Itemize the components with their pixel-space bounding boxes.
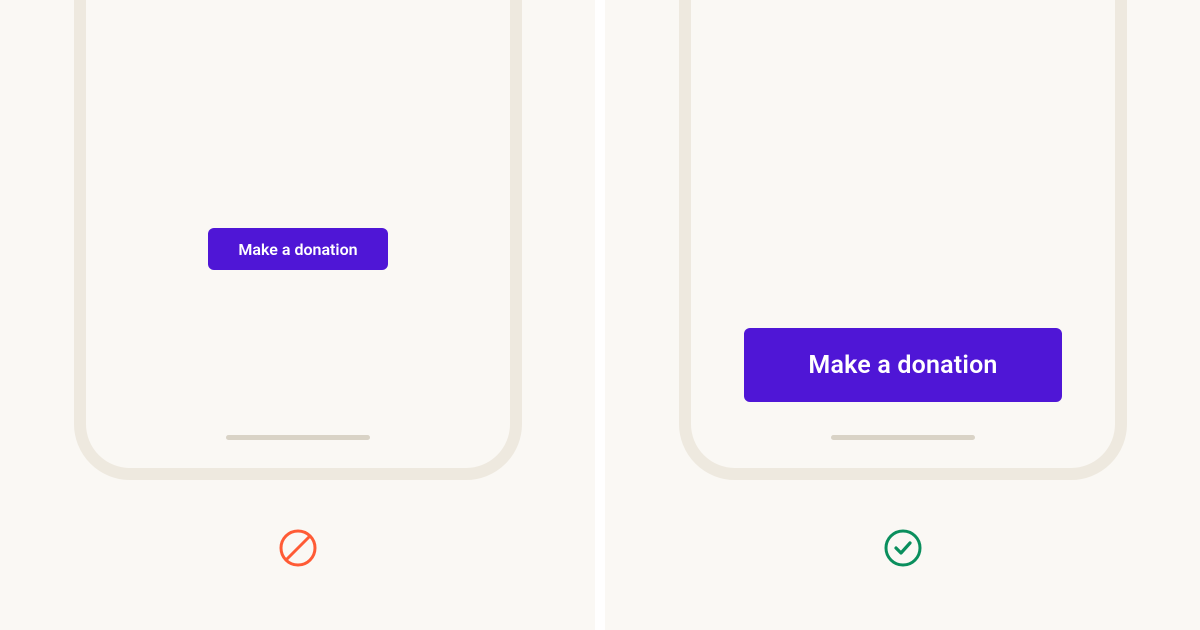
- prohibited-icon: [278, 528, 318, 568]
- panel-gap: [595, 0, 605, 630]
- check-circle-icon: [883, 528, 923, 568]
- home-indicator: [831, 435, 975, 440]
- good-example-panel: Make a donation: [605, 0, 1200, 630]
- bad-example-panel: Make a donation: [0, 0, 595, 630]
- home-indicator: [226, 435, 370, 440]
- phone-frame: Make a donation: [679, 0, 1127, 480]
- phone-frame: Make a donation: [74, 0, 522, 480]
- donate-button-large[interactable]: Make a donation: [744, 328, 1062, 402]
- donate-button-small[interactable]: Make a donation: [208, 228, 388, 270]
